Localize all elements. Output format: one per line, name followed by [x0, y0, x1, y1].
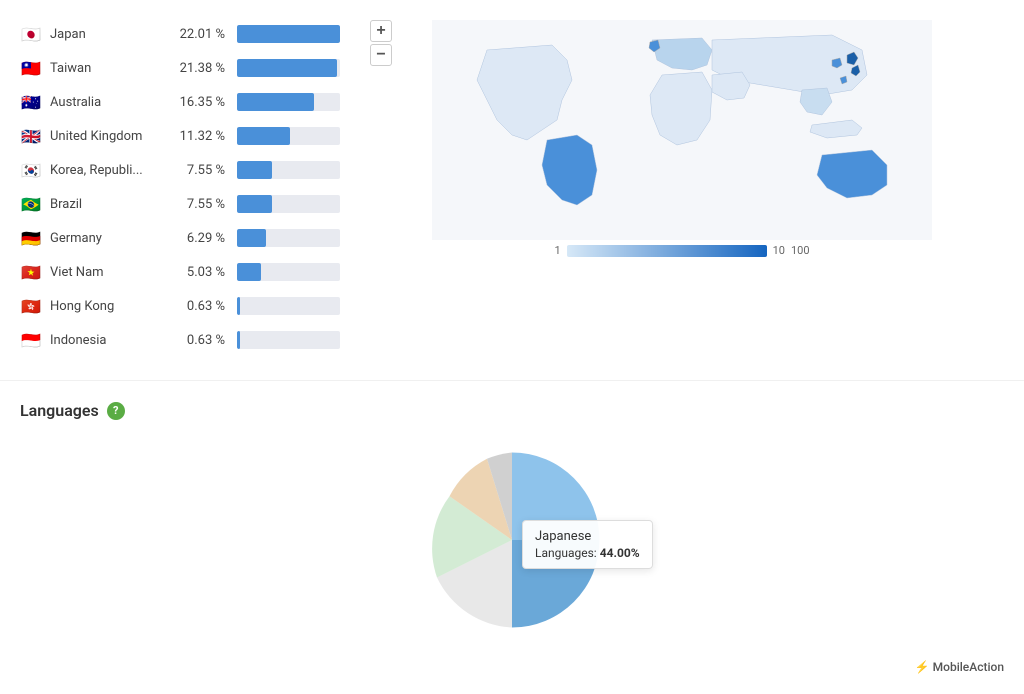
- country-pct: 0.63 %: [170, 333, 225, 348]
- country-row: 🇬🇧 United Kingdom 11.32 %: [20, 122, 340, 150]
- country-bar-fill: [237, 25, 340, 43]
- brand-icon: ⚡: [915, 660, 930, 674]
- country-name: Hong Kong: [50, 299, 170, 314]
- country-bar-container: [237, 127, 340, 145]
- legend-min: 1: [554, 244, 560, 257]
- country-row: 🇻🇳 Viet Nam 5.03 %: [20, 258, 340, 286]
- country-bar-fill: [237, 297, 240, 315]
- country-flag: 🇧🇷: [20, 196, 42, 212]
- country-flag: 🇰🇷: [20, 162, 42, 178]
- country-name: Indonesia: [50, 333, 170, 348]
- country-name: Brazil: [50, 197, 170, 212]
- country-bar-container: [237, 297, 340, 315]
- legend-gradient: [567, 245, 767, 257]
- pie-chart-section: Japanese Languages: 44.00%: [20, 440, 1004, 640]
- world-map: [360, 20, 1004, 240]
- country-list: 🇯🇵 Japan 22.01 % 🇹🇼 Taiwan 21.38 % 🇦🇺 Au…: [20, 20, 340, 360]
- country-bar-container: [237, 195, 340, 213]
- country-pct: 7.55 %: [170, 197, 225, 212]
- country-name: Viet Nam: [50, 265, 170, 280]
- country-name: Japan: [50, 27, 170, 42]
- country-row: 🇰🇷 Korea, Republi... 7.55 %: [20, 156, 340, 184]
- country-row: 🇹🇼 Taiwan 21.38 %: [20, 54, 340, 82]
- country-pct: 7.55 %: [170, 163, 225, 178]
- country-row: 🇮🇩 Indonesia 0.63 %: [20, 326, 340, 354]
- country-row: 🇦🇺 Australia 16.35 %: [20, 88, 340, 116]
- country-bar-container: [237, 263, 340, 281]
- country-flag: 🇦🇺: [20, 94, 42, 110]
- country-bar-fill: [237, 161, 272, 179]
- section-title-text: Languages: [20, 401, 99, 420]
- country-pct: 16.35 %: [170, 95, 225, 110]
- section-header: Languages ?: [20, 401, 1004, 420]
- country-name: Australia: [50, 95, 170, 110]
- country-bar-fill: [237, 229, 266, 247]
- country-name: United Kingdom: [50, 129, 170, 144]
- country-pct: 0.63 %: [170, 299, 225, 314]
- languages-section: Languages ? Japanese: [0, 380, 1024, 650]
- country-bar-container: [237, 331, 340, 349]
- country-name: Korea, Republi...: [50, 163, 170, 178]
- country-flag: 🇬🇧: [20, 128, 42, 144]
- country-name: Taiwan: [50, 61, 170, 76]
- country-flag: 🇯🇵: [20, 26, 42, 42]
- map-section: + −: [360, 20, 1004, 360]
- country-pct: 21.38 %: [170, 61, 225, 76]
- country-bar-container: [237, 161, 340, 179]
- country-pct: 11.32 %: [170, 129, 225, 144]
- country-bar-container: [237, 229, 340, 247]
- map-controls: + −: [370, 20, 392, 66]
- pie-chart: [382, 440, 642, 640]
- country-flag: 🇹🇼: [20, 60, 42, 76]
- branding: ⚡ MobileAction: [0, 650, 1024, 684]
- country-pct: 6.29 %: [170, 231, 225, 246]
- country-flag: 🇩🇪: [20, 230, 42, 246]
- country-pct: 22.01 %: [170, 27, 225, 42]
- country-flag: 🇻🇳: [20, 264, 42, 280]
- country-bar-fill: [237, 93, 314, 111]
- country-row: 🇯🇵 Japan 22.01 %: [20, 20, 340, 48]
- country-row: 🇩🇪 Germany 6.29 %: [20, 224, 340, 252]
- country-bar-fill: [237, 263, 261, 281]
- legend-mid: 10: [773, 244, 785, 257]
- country-bar-fill: [237, 195, 272, 213]
- help-icon[interactable]: ?: [107, 402, 125, 420]
- country-flag: 🇮🇩: [20, 332, 42, 348]
- country-bar-container: [237, 25, 340, 43]
- main-container: 🇯🇵 Japan 22.01 % 🇹🇼 Taiwan 21.38 % 🇦🇺 Au…: [0, 0, 1024, 694]
- country-flag: 🇭🇰: [20, 298, 42, 314]
- country-bar-fill: [237, 59, 337, 77]
- country-bar-container: [237, 93, 340, 111]
- country-bar-fill: [237, 127, 290, 145]
- country-row: 🇧🇷 Brazil 7.55 %: [20, 190, 340, 218]
- zoom-in-button[interactable]: +: [370, 20, 392, 42]
- zoom-out-button[interactable]: −: [370, 44, 392, 66]
- country-pct: 5.03 %: [170, 265, 225, 280]
- top-section: 🇯🇵 Japan 22.01 % 🇹🇼 Taiwan 21.38 % 🇦🇺 Au…: [0, 10, 1024, 370]
- country-bar-fill: [237, 331, 240, 349]
- country-row: 🇭🇰 Hong Kong 0.63 %: [20, 292, 340, 320]
- legend-max: 100: [791, 244, 810, 257]
- country-name: Germany: [50, 231, 170, 246]
- brand-logo: ⚡ MobileAction: [915, 660, 1004, 674]
- country-bar-container: [237, 59, 340, 77]
- map-legend: 1 10 100: [554, 244, 809, 257]
- brand-name: MobileAction: [933, 660, 1004, 674]
